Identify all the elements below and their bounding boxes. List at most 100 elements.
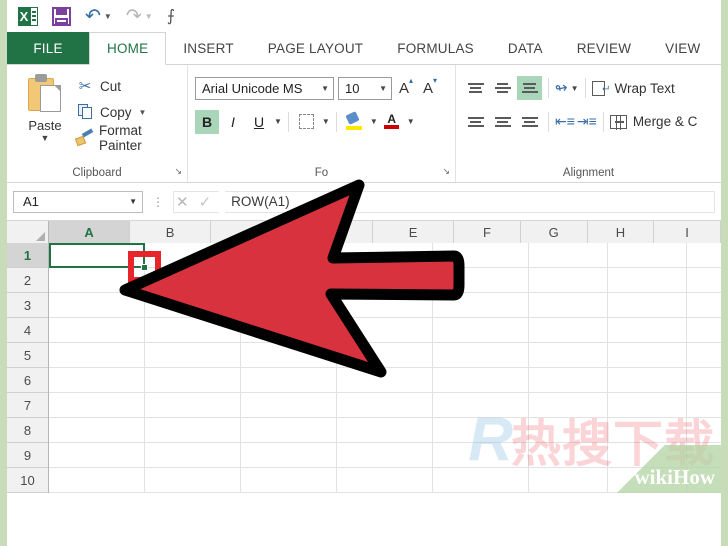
format-painter-button[interactable]: Format Painter xyxy=(74,123,180,153)
cell-E4[interactable] xyxy=(433,318,529,343)
font-dialog-launcher-icon[interactable]: ↘ xyxy=(442,162,450,180)
cell-A6[interactable] xyxy=(49,368,145,393)
cell-F3[interactable] xyxy=(529,293,608,318)
underline-dropdown-icon[interactable]: ▼ xyxy=(274,117,282,126)
cell-D9[interactable] xyxy=(337,443,433,468)
align-middle-button[interactable] xyxy=(490,76,515,100)
paste-button[interactable]: Paste ▼ xyxy=(14,71,76,164)
copy-button[interactable]: Copy ▼ xyxy=(76,101,180,123)
orientation-icon[interactable]: ↬ xyxy=(554,78,569,98)
cell-C6[interactable] xyxy=(241,368,337,393)
fill-color-button[interactable] xyxy=(343,110,367,134)
paste-dropdown-icon[interactable]: ▼ xyxy=(41,133,50,143)
bold-button[interactable]: B xyxy=(195,109,219,134)
name-box[interactable]: A1 ▼ xyxy=(13,190,143,213)
insert-function-icon[interactable]: ⋮ xyxy=(149,195,167,209)
cell-F6[interactable] xyxy=(529,368,608,393)
cell-H2[interactable] xyxy=(687,268,721,293)
cell-D7[interactable] xyxy=(337,393,433,418)
align-right-button[interactable] xyxy=(517,110,542,134)
column-header-e[interactable]: E xyxy=(373,221,455,243)
cell-C9[interactable] xyxy=(241,443,337,468)
row-header-9[interactable]: 9 xyxy=(7,443,48,468)
cell-G8[interactable] xyxy=(608,418,687,443)
redo-dropdown-icon[interactable]: ▼ xyxy=(145,12,153,21)
clipboard-dialog-launcher-icon[interactable]: ↘ xyxy=(174,162,182,180)
cell-D4[interactable] xyxy=(337,318,433,343)
wrap-text-button[interactable]: ↵ Wrap Text xyxy=(591,80,675,96)
row-header-2[interactable]: 2 xyxy=(7,268,48,293)
tab-data[interactable]: DATA xyxy=(491,32,560,65)
cell-F1[interactable] xyxy=(529,243,608,268)
tab-home[interactable]: HOME xyxy=(89,32,167,65)
cell-F10[interactable] xyxy=(529,468,608,493)
cell-G9[interactable] xyxy=(608,443,687,468)
cell-D5[interactable] xyxy=(337,343,433,368)
cell-H10[interactable] xyxy=(687,468,721,493)
formula-input[interactable]: ROW(A1) xyxy=(225,190,715,213)
cell-G10[interactable] xyxy=(608,468,687,493)
cell-A10[interactable] xyxy=(49,468,145,493)
orientation-dropdown-icon[interactable]: ▼ xyxy=(571,84,579,93)
merge-and-center-button[interactable]: Merge & C xyxy=(609,114,697,130)
undo-dropdown-icon[interactable]: ▼ xyxy=(104,12,112,21)
borders-dropdown-icon[interactable]: ▼ xyxy=(322,117,330,126)
column-header-g[interactable]: G xyxy=(520,221,588,243)
column-header-c[interactable]: C xyxy=(211,221,293,243)
align-top-button[interactable] xyxy=(463,76,488,100)
cell-C8[interactable] xyxy=(241,418,337,443)
cell-H1[interactable] xyxy=(687,243,721,268)
decrease-indent-icon[interactable]: ⇤≡ xyxy=(555,113,575,130)
tab-formulas[interactable]: FORMULAS xyxy=(380,32,491,65)
cell-G3[interactable] xyxy=(608,293,687,318)
underline-button[interactable]: U xyxy=(247,110,271,134)
cell-E8[interactable] xyxy=(433,418,529,443)
cell-G6[interactable] xyxy=(608,368,687,393)
cell-C2[interactable] xyxy=(241,268,337,293)
cell-C3[interactable] xyxy=(241,293,337,318)
cell-B9[interactable] xyxy=(145,443,241,468)
cell-B3[interactable] xyxy=(145,293,241,318)
cell-D10[interactable] xyxy=(337,468,433,493)
cell-F8[interactable] xyxy=(529,418,608,443)
row-header-3[interactable]: 3 xyxy=(7,293,48,318)
row-header-6[interactable]: 6 xyxy=(7,368,48,393)
row-header-7[interactable]: 7 xyxy=(7,393,48,418)
borders-button[interactable] xyxy=(295,110,319,134)
cell-C5[interactable] xyxy=(241,343,337,368)
cell-H4[interactable] xyxy=(687,318,721,343)
cell-F9[interactable] xyxy=(529,443,608,468)
tab-view[interactable]: VIEW xyxy=(648,32,717,65)
cell-D6[interactable] xyxy=(337,368,433,393)
font-color-dropdown-icon[interactable]: ▼ xyxy=(407,117,415,126)
save-button[interactable] xyxy=(52,6,71,26)
increase-font-size-button[interactable]: A▴ xyxy=(396,76,416,97)
align-bottom-button[interactable] xyxy=(517,76,542,100)
cell-D8[interactable] xyxy=(337,418,433,443)
cell-D2[interactable] xyxy=(337,268,433,293)
row-header-1[interactable]: 1 xyxy=(7,243,48,268)
cell-G7[interactable] xyxy=(608,393,687,418)
cell-H5[interactable] xyxy=(687,343,721,368)
cell-E1[interactable] xyxy=(433,243,529,268)
font-size-dropdown-icon[interactable]: ▼ xyxy=(379,84,387,93)
cell-B5[interactable] xyxy=(145,343,241,368)
cell-E3[interactable] xyxy=(433,293,529,318)
cell-C4[interactable] xyxy=(241,318,337,343)
cell-H8[interactable] xyxy=(687,418,721,443)
cell-F5[interactable] xyxy=(529,343,608,368)
enter-formula-icon[interactable]: ✓ xyxy=(199,193,212,211)
cell-A8[interactable] xyxy=(49,418,145,443)
cell-B7[interactable] xyxy=(145,393,241,418)
column-header-d[interactable]: D xyxy=(292,221,374,243)
cell-H7[interactable] xyxy=(687,393,721,418)
align-center-button[interactable] xyxy=(490,110,515,134)
redo-button[interactable]: ↷ ▼ xyxy=(126,7,153,26)
cell-A7[interactable] xyxy=(49,393,145,418)
column-header-f[interactable]: F xyxy=(454,221,521,243)
cell-F4[interactable] xyxy=(529,318,608,343)
select-all-button[interactable] xyxy=(7,221,49,243)
cell-B6[interactable] xyxy=(145,368,241,393)
cell-E10[interactable] xyxy=(433,468,529,493)
copy-dropdown-icon[interactable]: ▼ xyxy=(139,108,147,117)
